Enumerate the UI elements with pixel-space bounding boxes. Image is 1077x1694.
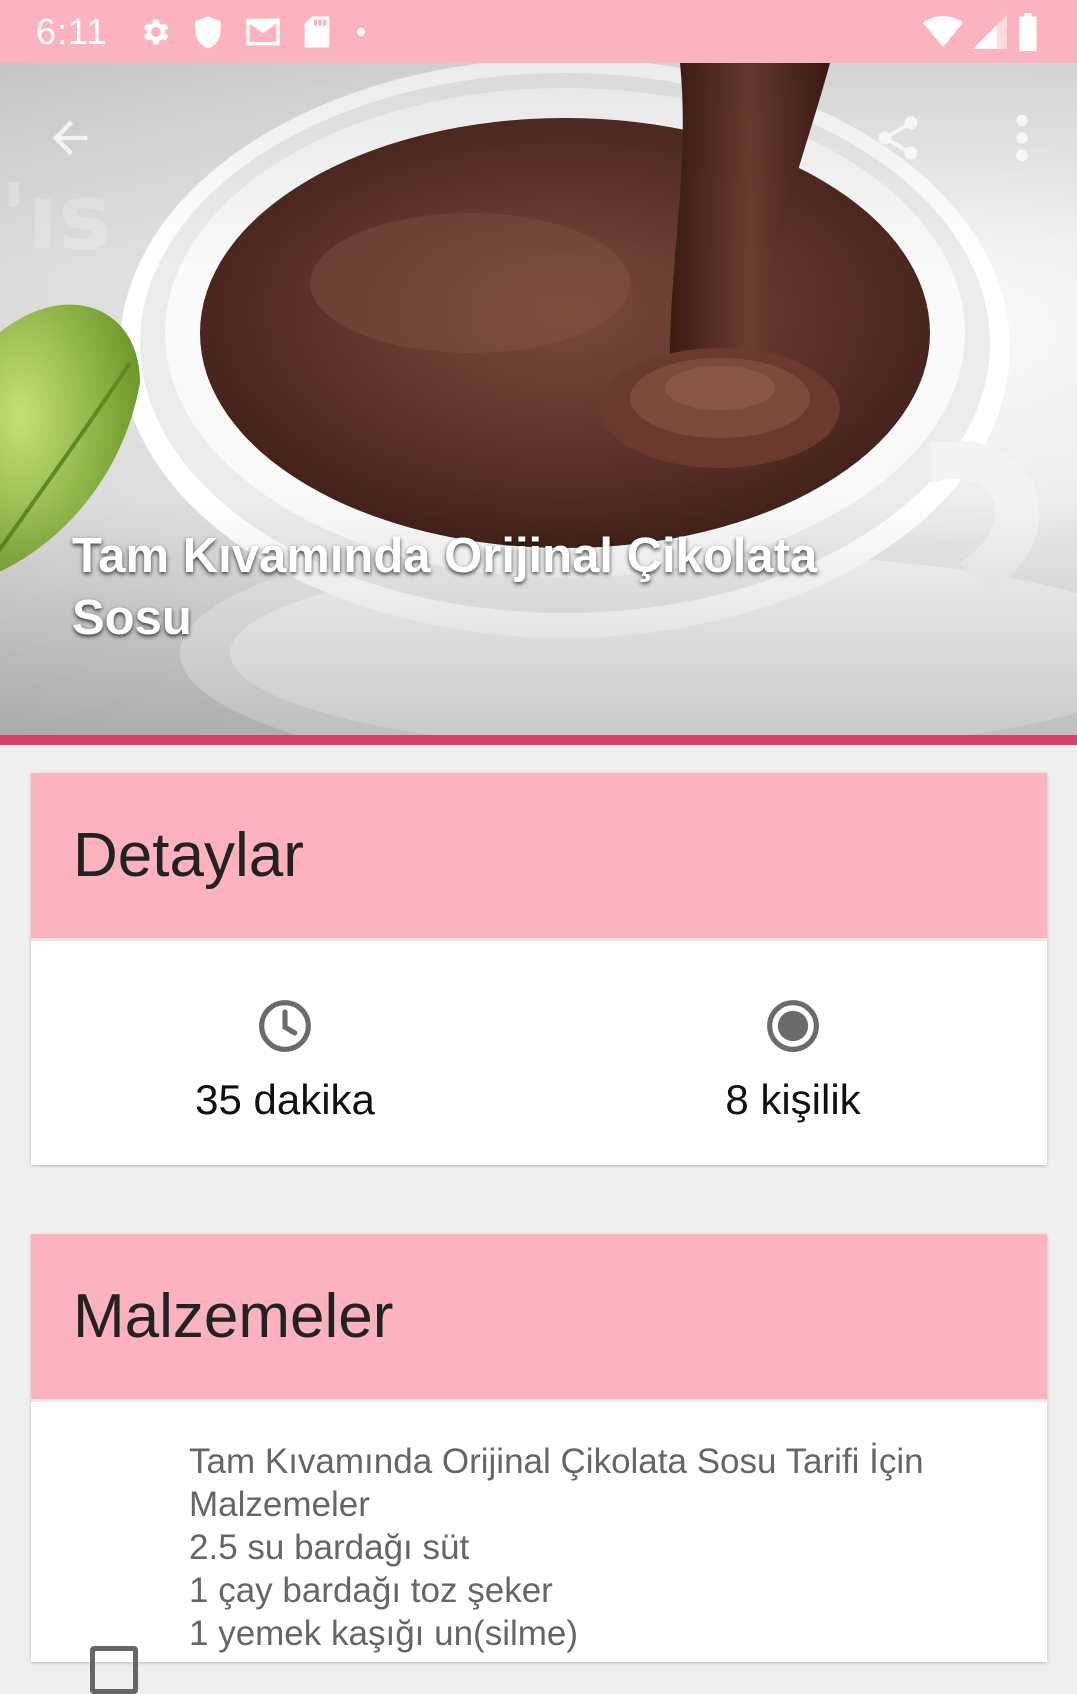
servings: 8 kişilik [539, 941, 1047, 1165]
mail-icon [243, 15, 283, 49]
radio-circle-icon [767, 1000, 819, 1052]
details-body: 35 dakika 8 kişilik [31, 941, 1047, 1165]
ingredient-line: Tam Kıvamında Orijinal Çikolata Sosu Tar… [189, 1442, 924, 1524]
shield-icon [193, 15, 223, 49]
signal-icon [973, 14, 1007, 49]
ingredients-list: Tam Kıvamında Orijinal Çikolata Sosu Tar… [189, 1440, 1009, 1655]
more-options-button[interactable] [1000, 112, 1044, 169]
ingredient-checkbox[interactable] [90, 1646, 138, 1694]
clock-icon [259, 1000, 311, 1052]
ingredients-card: Malzemeler Tam Kıvamında Orijinal Çikola… [31, 1234, 1047, 1694]
status-right-icons [923, 12, 1039, 51]
share-icon [878, 116, 918, 160]
status-time: 6:11 [36, 10, 108, 52]
dot-icon [351, 22, 371, 42]
ingredients-body: Tam Kıvamında Orijinal Çikolata Sosu Tar… [31, 1402, 1047, 1694]
details-card: Detaylar 35 dakika 8 kişilik [31, 773, 1047, 1165]
cooking-time: 35 dakika [31, 941, 539, 1165]
gear-icon [139, 15, 173, 49]
back-button[interactable] [44, 112, 96, 169]
more-vert-icon [1016, 115, 1028, 161]
arrow-left-icon [52, 120, 88, 156]
ingredient-line: 1 çay bardağı toz şeker [189, 1571, 553, 1610]
servings-value: 8 kişilik [725, 1076, 861, 1123]
ingredients-header: Malzemeler [31, 1234, 1047, 1402]
sd-card-icon [303, 15, 331, 49]
status-bar: 6:11 [0, 0, 1077, 63]
cooking-time-value: 35 dakika [195, 1076, 375, 1123]
hero-accent-bar [0, 735, 1077, 745]
battery-icon [1017, 12, 1039, 51]
ingredient-line: 2.5 su bardağı süt [189, 1528, 470, 1567]
share-button[interactable] [872, 112, 924, 169]
details-header: Detaylar [31, 773, 1047, 941]
status-left-icons [139, 15, 371, 49]
wifi-icon [923, 15, 963, 49]
recipe-title: Tam Kıvamında Orijinal Çikolata Sosu [72, 529, 818, 645]
ingredient-line: 1 yemek kaşığı un(silme) [189, 1614, 579, 1653]
